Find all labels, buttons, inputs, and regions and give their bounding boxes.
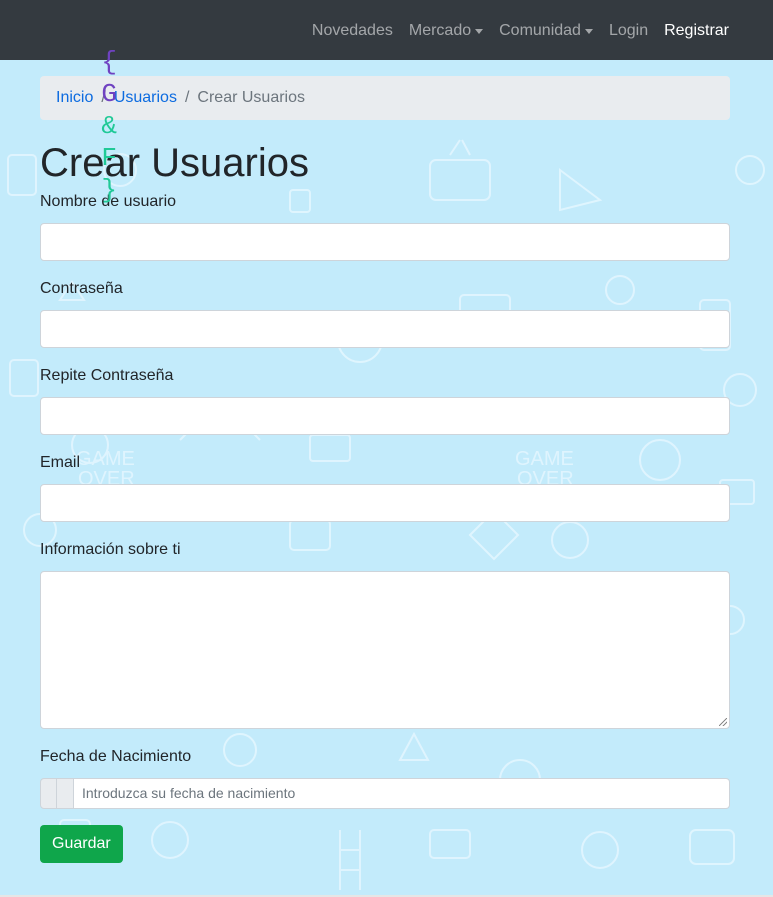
nav-mercado-label: Mercado [408, 22, 472, 39]
nav-comunidad-label: Comunidad [499, 22, 581, 39]
nav-comunidad-dropdown[interactable]: Comunidad [499, 19, 593, 43]
top-navbar: { G & F } Novedades Mercado Comunidad Lo… [0, 0, 773, 205]
guardar-button[interactable]: Guardar [40, 825, 123, 863]
username-input[interactable] [40, 223, 730, 261]
brand-close-brace: } [101, 175, 118, 205]
about-textarea[interactable] [40, 571, 730, 729]
date-addon-left[interactable] [40, 778, 57, 809]
nav-novedades-label: Novedades [311, 22, 393, 39]
brand-logo[interactable]: { G & F } [39, 14, 117, 205]
email-input[interactable] [40, 484, 730, 522]
nav-registrar-label: Registrar [664, 22, 729, 39]
nav-registrar[interactable]: Registrar [664, 19, 729, 43]
brand-letter-g: G [101, 79, 118, 109]
username-label: Nombre de usuario [40, 193, 177, 210]
nav-login[interactable]: Login [609, 19, 648, 43]
brand-ampersand: & [101, 111, 118, 141]
username-group: Nombre de usuario [40, 190, 730, 261]
password-label: Contraseña [40, 280, 123, 297]
nav-links: Novedades Mercado Comunidad Login Regist… [296, 19, 729, 43]
brand-letter-f: F [101, 143, 118, 173]
resize-handle-icon[interactable] [719, 718, 727, 726]
breadcrumb-usuarios-link[interactable]: Usuarios [114, 89, 177, 107]
main-content: Inicio / Usuarios / Crear Usuarios Crear… [40, 60, 730, 863]
email-group: Email [40, 451, 730, 522]
repeat-password-group: Repite Contraseña [40, 364, 730, 435]
page-title: Crear Usuarios [40, 141, 309, 185]
email-label: Email [40, 454, 81, 471]
breadcrumb: Inicio / Usuarios / Crear Usuarios [40, 76, 730, 120]
about-group: Información sobre ti [40, 538, 730, 729]
repeat-password-input[interactable] [40, 397, 730, 435]
password-input[interactable] [40, 310, 730, 348]
password-group: Contraseña [40, 277, 730, 348]
caret-down-icon [584, 29, 593, 34]
brand-open-brace: { [101, 47, 118, 77]
caret-down-icon [475, 29, 484, 34]
nav-login-label: Login [608, 22, 649, 39]
birthdate-group: Fecha de Nacimiento Introduzca su fecha … [40, 745, 730, 809]
breadcrumb-current: Crear Usuarios [197, 89, 305, 106]
date-addon-right[interactable] [57, 778, 74, 809]
repeat-password-label: Repite Contraseña [40, 367, 174, 384]
birthdate-label: Fecha de Nacimiento [40, 748, 192, 765]
birthdate-input-group: Introduzca su fecha de nacimiento [40, 778, 730, 809]
nav-novedades[interactable]: Novedades [312, 19, 393, 43]
about-label: Información sobre ti [40, 541, 181, 558]
nav-mercado-dropdown[interactable]: Mercado [408, 19, 484, 43]
breadcrumb-separator: / [184, 89, 190, 106]
birthdate-input[interactable]: Introduzca su fecha de nacimiento [74, 778, 730, 809]
